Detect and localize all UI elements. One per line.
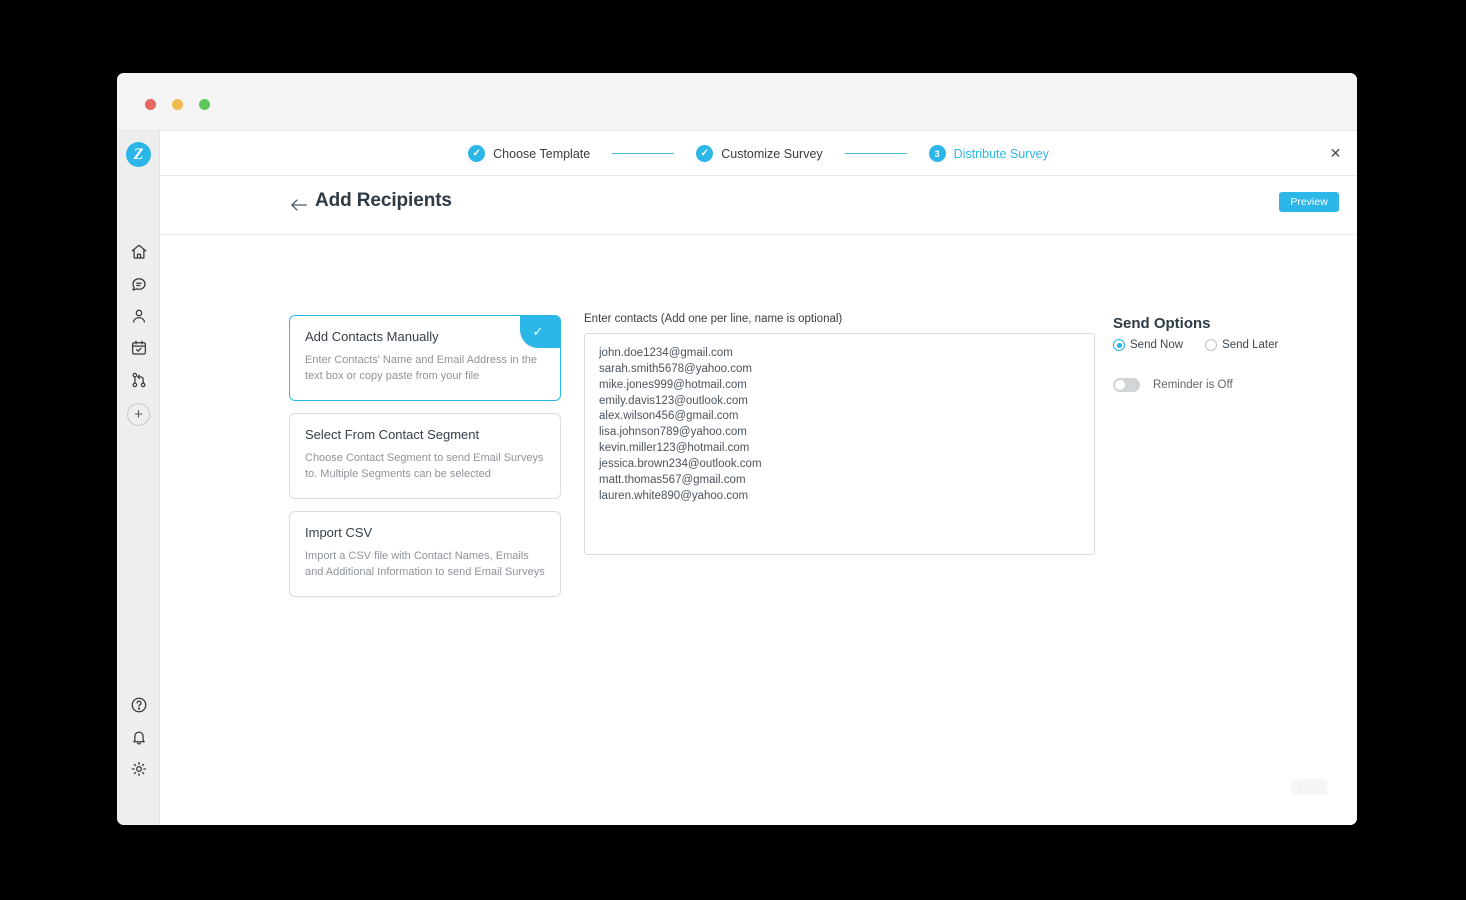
method-description: Choose Contact Segment to send Email Sur… [305, 451, 544, 480]
close-window-button[interactable] [145, 99, 156, 110]
step-distribute-survey[interactable]: 3 Distribute Survey [928, 145, 1049, 162]
maximize-window-button[interactable] [199, 99, 210, 110]
add-new-button[interactable]: + [127, 403, 150, 426]
contacts-block: Enter contacts (Add one per line, name i… [584, 313, 1095, 560]
send-options-panel: Send Options Send Now Send Later Reminde… [1113, 315, 1343, 392]
step-label-1: Choose Template [493, 146, 591, 161]
radio-dot-send-later [1205, 339, 1218, 351]
step-choose-template[interactable]: ✓ Choose Template [468, 145, 590, 162]
back-arrow-icon[interactable] [289, 196, 309, 214]
radio-label-send-now: Send Now [1130, 339, 1184, 351]
sidebar-item-home[interactable] [128, 241, 149, 262]
radio-send-now[interactable]: Send Now [1113, 339, 1183, 351]
page-title: Add Recipients [315, 190, 452, 211]
method-card-contact-segment[interactable]: Select From Contact Segment Choose Conta… [289, 412, 561, 499]
step-connector-1 [612, 152, 675, 155]
close-icon[interactable]: ✕ [1327, 145, 1344, 162]
reminder-label: Reminder is Off [1153, 379, 1233, 391]
step-badge-3: 3 [928, 145, 946, 162]
page-header: Add Recipients Preview [160, 176, 1357, 235]
send-timing-radio-group: Send Now Send Later [1113, 339, 1343, 351]
help-icon[interactable] [128, 694, 149, 715]
preview-button[interactable]: Preview [1279, 192, 1339, 212]
sidebar-item-contacts[interactable] [128, 305, 149, 326]
send-options-title: Send Options [1113, 315, 1211, 332]
sidebar: Z + [117, 131, 160, 825]
method-card-add-manually[interactable]: Add Contacts Manually Enter Contacts' Na… [289, 315, 561, 401]
brand-logo[interactable]: Z [126, 142, 151, 167]
method-title: Add Contacts Manually [305, 329, 439, 344]
radio-label-send-later: Send Later [1222, 339, 1279, 351]
reminder-row: Reminder is Off [1113, 378, 1343, 392]
contacts-label: Enter contacts (Add one per line, name i… [584, 313, 843, 325]
method-description: Import a CSV file with Contact Names, Em… [305, 549, 545, 578]
check-icon: ✓ [520, 316, 560, 348]
step-badge-2: ✓ [696, 145, 714, 162]
main-content: Add Contacts Manually Enter Contacts' Na… [160, 235, 1357, 825]
window-titlebar [117, 73, 1357, 131]
method-title: Select From Contact Segment [305, 426, 480, 442]
radio-send-later[interactable]: Send Later [1205, 339, 1278, 351]
minimize-window-button[interactable] [172, 99, 183, 110]
reminder-toggle[interactable] [1113, 378, 1140, 392]
bell-icon[interactable] [128, 726, 149, 747]
step-label-2: Customize Survey [721, 146, 823, 161]
save-button[interactable]: Save [1291, 779, 1327, 795]
method-card-import-csv[interactable]: Import CSV Import a CSV file with Contac… [289, 510, 561, 597]
step-badge-1: ✓ [468, 145, 486, 162]
gear-icon[interactable] [128, 758, 149, 779]
sidebar-item-workflows[interactable] [128, 369, 149, 390]
method-title: Import CSV [305, 524, 373, 540]
step-connector-2 [844, 152, 907, 155]
sidebar-item-conversations[interactable] [128, 273, 149, 294]
stepper: ✓ Choose Template ✓ Customize Survey 3 D… [160, 131, 1357, 176]
step-customize-survey[interactable]: ✓ Customize Survey [696, 145, 823, 162]
sidebar-item-campaigns[interactable] [128, 337, 149, 358]
radio-dot-send-now [1113, 339, 1125, 351]
recipient-method-list: Add Contacts Manually Enter Contacts' Na… [289, 315, 561, 609]
app-window: Z + ✓ Choose Template ✓ Customize Survey… [117, 73, 1357, 825]
step-label-3: Distribute Survey [953, 146, 1049, 161]
contacts-input[interactable] [584, 333, 1095, 555]
method-description: Enter Contacts' Name and Email Address i… [305, 354, 537, 382]
stepper-bar: ✓ Choose Template ✓ Customize Survey 3 D… [160, 131, 1357, 176]
